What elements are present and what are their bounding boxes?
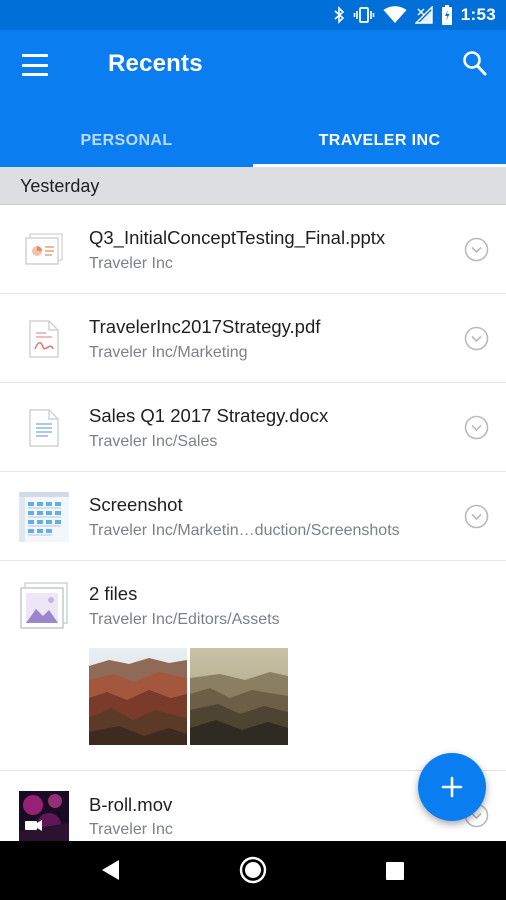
chevron-down-icon[interactable] [464, 326, 489, 351]
back-icon[interactable] [100, 859, 120, 881]
page-title: Recents [108, 50, 203, 77]
file-path: Traveler Inc [89, 255, 173, 272]
chevron-down-icon[interactable] [464, 415, 489, 440]
chevron-down-icon[interactable] [464, 504, 489, 529]
bluetooth-icon [334, 6, 344, 24]
tab-bar: PERSONAL TRAVELER INC [0, 114, 506, 167]
home-icon[interactable] [239, 856, 267, 884]
file-path: Traveler Inc [89, 821, 173, 838]
file-name: Screenshot [89, 494, 183, 515]
list-item[interactable]: Screenshot Traveler Inc/Marketin…duction… [0, 472, 506, 561]
image-stack-icon [19, 581, 69, 631]
tab-traveler-inc[interactable]: TRAVELER INC [253, 114, 506, 167]
system-nav-bar [0, 841, 506, 900]
search-icon[interactable] [462, 50, 488, 78]
pdf-file-icon [19, 314, 69, 364]
list-item[interactable]: Sales Q1 2017 Strategy.docx Traveler Inc… [0, 383, 506, 472]
section-header: Yesterday [0, 167, 506, 205]
recent-apps-icon[interactable] [386, 862, 404, 880]
file-path: Traveler Inc/Marketin…duction/Screenshot… [89, 522, 400, 539]
file-name: TravelerInc2017Strategy.pdf [89, 316, 321, 337]
chevron-down-icon[interactable] [464, 237, 489, 262]
list-item[interactable]: Q3_InitialConceptTesting_Final.pptx Trav… [0, 205, 506, 294]
file-path: Traveler Inc/Marketing [89, 344, 248, 361]
file-path: Traveler Inc/Editors/Assets [89, 611, 280, 628]
photo-previews [89, 648, 288, 745]
docx-file-icon [19, 403, 69, 453]
vibrate-icon [353, 7, 375, 23]
file-path: Traveler Inc/Sales [89, 433, 218, 450]
menu-icon-line [22, 63, 48, 67]
file-name: Q3_InitialConceptTesting_Final.pptx [89, 227, 386, 248]
menu-icon-line [22, 54, 48, 57]
canyon-sunset-photo-thumbnail[interactable] [190, 648, 288, 745]
section-label: Yesterday [20, 176, 100, 196]
battery-icon [441, 5, 452, 25]
file-name: Sales Q1 2017 Strategy.docx [89, 405, 329, 426]
pptx-file-icon [19, 225, 69, 275]
status-bar: 1:53 [0, 0, 506, 30]
wifi-icon [383, 6, 407, 23]
list-item[interactable]: TravelerInc2017Strategy.pdf Traveler Inc… [0, 294, 506, 383]
menu-icon-line [22, 73, 48, 76]
canyon-photo-thumbnail[interactable] [89, 648, 187, 745]
file-name: B-roll.mov [89, 794, 173, 815]
file-name: 2 files [89, 583, 138, 604]
signal-icon [414, 6, 433, 24]
tab-personal[interactable]: PERSONAL [0, 114, 253, 167]
app-bar: Recents PERSONAL TRAVELER INC [0, 30, 506, 167]
plus-icon [441, 776, 463, 798]
video-thumbnail [19, 791, 69, 841]
menu-button[interactable] [20, 52, 50, 78]
add-button[interactable] [418, 753, 486, 821]
clock: 1:53 [460, 5, 496, 24]
screenshot-thumbnail [19, 492, 69, 542]
list-item[interactable]: 2 files Traveler Inc/Editors/Assets [0, 561, 506, 771]
